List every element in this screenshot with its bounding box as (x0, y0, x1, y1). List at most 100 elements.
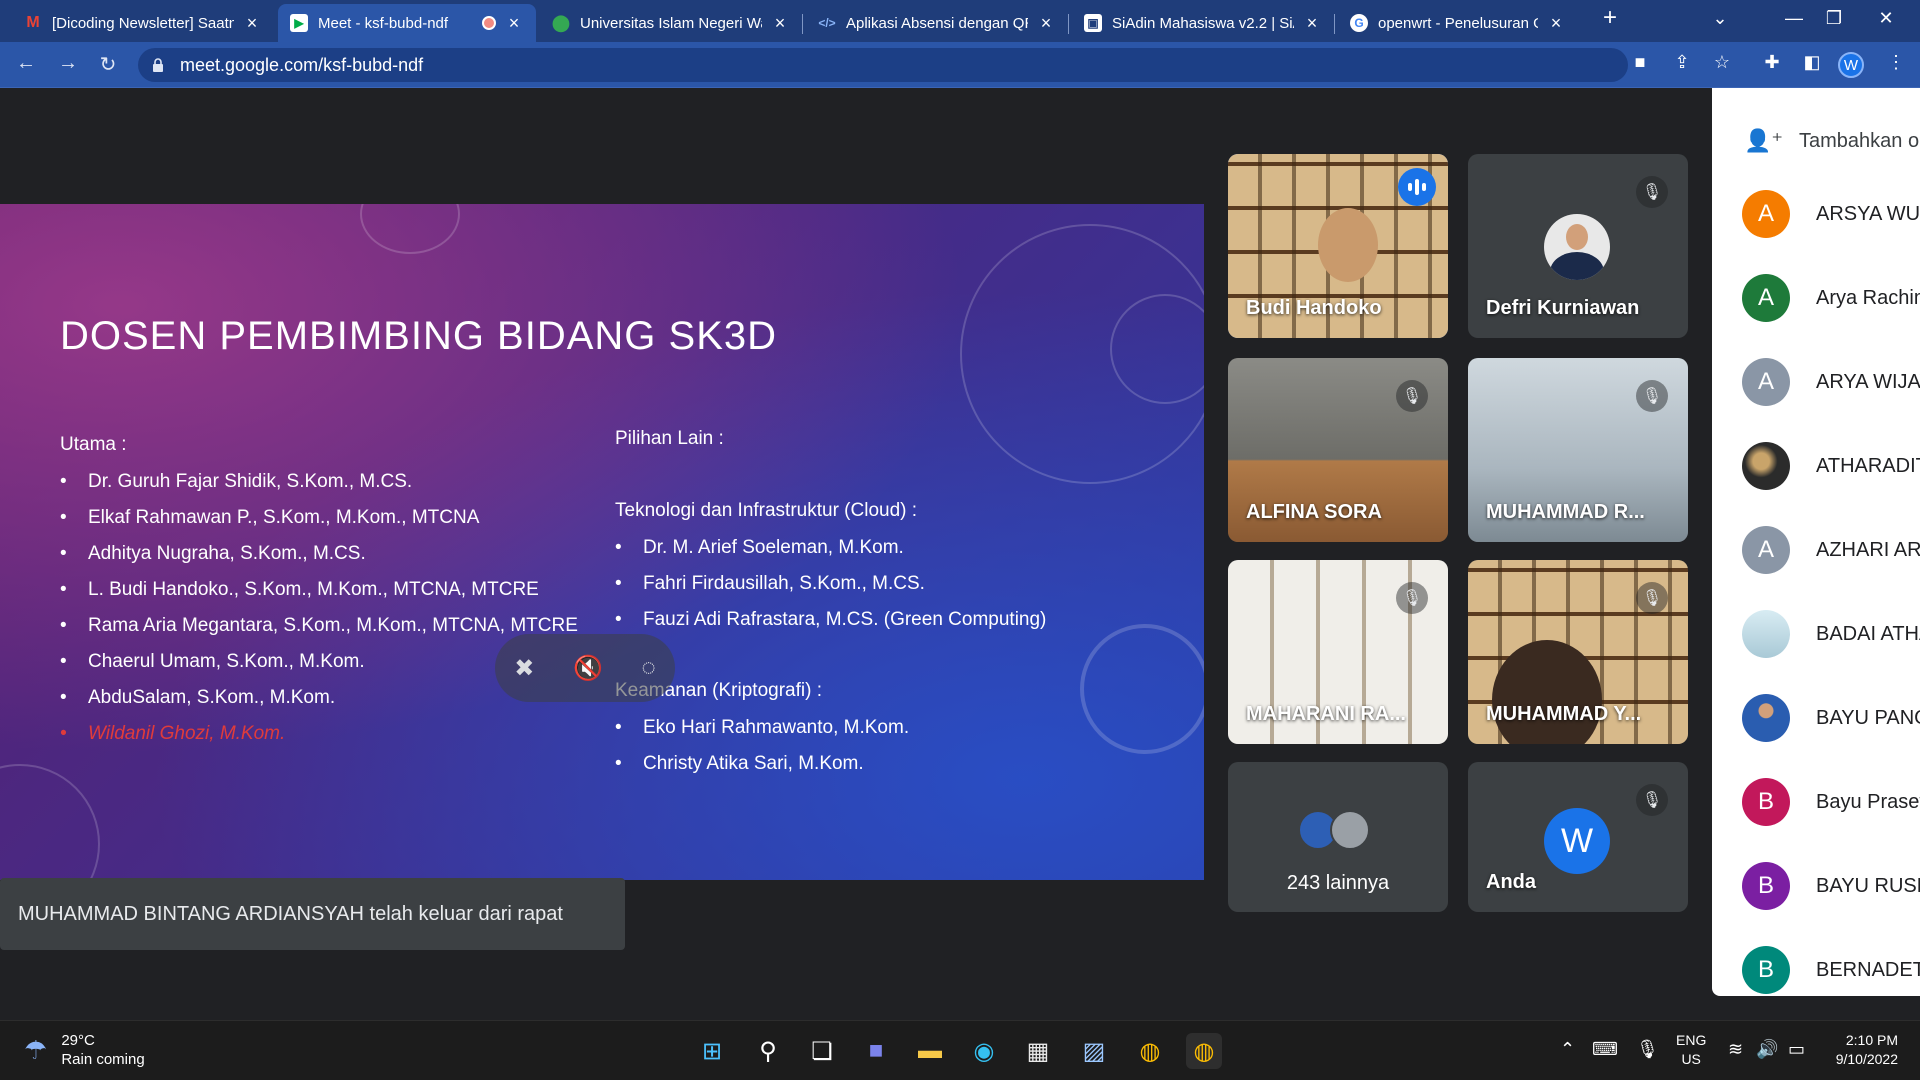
code-icon: </> (818, 16, 836, 30)
participant-name: MUHAMMAD R... (1486, 501, 1645, 523)
list-item: Rama Aria Megantara, S.Kom., M.Kom., MTC… (60, 614, 580, 638)
participant-list-item[interactable]: A ARYA WIJAYA (1742, 358, 1920, 406)
extensions-icon[interactable]: ✚ (1758, 52, 1786, 73)
url-input[interactable]: meet.google.com/ksf-bubd-ndf (138, 48, 1628, 82)
chrome-icon[interactable]: ◍ (1132, 1033, 1168, 1069)
participant-name: BADAI ATHALA (1816, 622, 1920, 645)
minimize-icon[interactable]: — (1780, 8, 1808, 29)
tab-google[interactable]: G openwrt - Penelusuran Goo × (1338, 4, 1578, 42)
tab-title: openwrt - Penelusuran Goo (1378, 14, 1538, 32)
menu-icon[interactable]: ⋮ (1882, 52, 1910, 73)
list-item: Eko Hari Rahmawanto, M.Kom. (615, 716, 1175, 740)
tab-maps[interactable]: ⬤ Universitas Islam Negeri Wali × (540, 4, 802, 42)
decor-circle (360, 204, 460, 254)
list-item: Elkaf Rahmawan P., S.Kom., M.Kom., MTCNA (60, 506, 580, 530)
close-icon[interactable]: × (1036, 13, 1056, 34)
microphone-icon[interactable]: 🎙 (1636, 1039, 1659, 1060)
utama-list: Dr. Guruh Fajar Shidik, S.Kom., M.CS. El… (60, 470, 580, 758)
cloud-list: Dr. M. Arief Soeleman, M.Kom. Fahri Fird… (615, 536, 1175, 644)
side-panel-icon[interactable]: ◧ (1798, 52, 1826, 73)
list-item: Fauzi Adi Rafrastara, M.CS. (Green Compu… (615, 608, 1175, 632)
more-participants-tile[interactable]: 243 lainnya (1228, 762, 1448, 912)
photos-icon[interactable]: ▨ (1076, 1033, 1112, 1069)
mic-off-icon: 🎙 (1636, 176, 1668, 208)
tab-strip: M [Dicoding Newsletter] Saatnya × ▶ Meet… (0, 0, 1920, 42)
participant-tile[interactable]: 🎙 ALFINA SORA (1228, 358, 1448, 542)
unpin-icon[interactable]: ✖ (514, 654, 534, 683)
weather-widget[interactable]: ☂ 29°C Rain coming (24, 1031, 145, 1069)
participant-list-item[interactable]: ATHARADITYA (1742, 442, 1920, 490)
camera-icon[interactable]: ■ (1626, 52, 1654, 73)
volume-icon[interactable]: 🔊 (1756, 1039, 1778, 1060)
close-icon[interactable]: × (1302, 13, 1322, 34)
list-item: Dr. Guruh Fajar Shidik, S.Kom., M.CS. (60, 470, 580, 494)
avatar (1742, 610, 1790, 658)
temperature: 29°C (61, 1032, 95, 1049)
tab-search-icon[interactable]: ⌄ (1706, 8, 1734, 29)
person-add-icon: 👤⁺ (1744, 128, 1784, 153)
participant-list-item[interactable]: A AZHARI ARIF (1742, 526, 1920, 574)
participant-tile[interactable]: Budi Handoko (1228, 154, 1448, 338)
chat-icon[interactable]: ■ (858, 1033, 894, 1069)
show-hidden-icons-icon[interactable]: ⌃ (1560, 1039, 1575, 1060)
participant-list-item[interactable]: A ARSYA WULAN (1742, 190, 1920, 238)
tab-gmail[interactable]: M [Dicoding Newsletter] Saatnya × (12, 4, 274, 42)
restore-icon[interactable]: ❐ (1820, 8, 1848, 29)
new-tab-button[interactable]: + (1596, 4, 1624, 32)
participant-tile[interactable]: 🎙 MUHAMMAD Y... (1468, 560, 1688, 744)
tab-aplikasi[interactable]: </> Aplikasi Absensi dengan QR × (806, 4, 1068, 42)
chrome-profile-icon[interactable]: ◍ (1186, 1033, 1222, 1069)
windows-taskbar: ☂ 29°C Rain coming ⊞ ⚲ ❏ ■ ▬ ◉ ▦ ▨ ◍ ◍ ⌃… (0, 1020, 1920, 1080)
avatar: B (1742, 946, 1790, 994)
participant-tile[interactable]: 🎙 Defri Kurniawan (1468, 154, 1688, 338)
edge-icon[interactable]: ◉ (966, 1033, 1002, 1069)
add-people-label: Tambahkan orang (1799, 129, 1920, 152)
battery-icon[interactable]: ▭ (1788, 1039, 1805, 1060)
participant-tile[interactable]: 🎙 MAHARANI RA... (1228, 560, 1448, 744)
participant-tile[interactable]: 🎙 MUHAMMAD R... (1468, 358, 1688, 542)
keyboard-icon[interactable]: ⌨ (1592, 1039, 1618, 1060)
forward-icon[interactable]: → (54, 52, 82, 75)
close-icon[interactable]: × (242, 13, 262, 34)
participant-list-item[interactable]: BADAI ATHALA (1742, 610, 1920, 658)
mute-audio-icon[interactable]: 🔇 (573, 654, 603, 683)
pilihan-label: Pilihan Lain : (615, 428, 724, 449)
tab-title: Meet - ksf-bubd-ndf (318, 14, 449, 32)
close-icon[interactable]: × (1546, 13, 1566, 34)
participant-name: BERNADETTA (1816, 958, 1920, 981)
clock[interactable]: 2:10 PM 9/10/2022 (1830, 1031, 1898, 1069)
tab-meet[interactable]: ▶ Meet - ksf-bubd-ndf × (278, 4, 536, 42)
reload-icon[interactable]: ↻ (94, 52, 122, 77)
participant-list-item[interactable]: BAYU PANGESTU (1742, 694, 1920, 742)
task-view-icon[interactable]: ❏ (804, 1033, 840, 1069)
participant-list-item[interactable]: A Arya Rachiman (1742, 274, 1920, 322)
tab-title: Universitas Islam Negeri Wali (580, 14, 762, 32)
add-people-button[interactable]: 👤⁺ Tambahkan orang (1744, 128, 1920, 154)
self-tile[interactable]: W 🎙 Anda (1468, 762, 1688, 912)
avatar: B (1742, 862, 1790, 910)
close-window-icon[interactable]: ✕ (1872, 8, 1900, 29)
tab-siadin[interactable]: ▣ SiAdin Mahasiswa v2.2 | SiA × (1072, 4, 1334, 42)
participant-name: AZHARI ARIF (1816, 538, 1920, 561)
share-icon[interactable]: ⇪ (1668, 52, 1696, 73)
wifi-icon[interactable]: ≋ (1728, 1039, 1743, 1060)
face (1318, 208, 1378, 282)
participant-list-item[interactable]: B Bayu Prasetyo (1742, 778, 1920, 826)
file-explorer-icon[interactable]: ▬ (912, 1033, 948, 1069)
more-options-icon[interactable]: ◌ (641, 654, 655, 682)
close-icon[interactable]: × (504, 13, 524, 34)
gmail-icon: M (26, 14, 40, 31)
back-icon[interactable]: ← (12, 52, 40, 75)
participant-list-item[interactable]: B BAYU RUSDIANTO (1742, 862, 1920, 910)
mic-off-icon: 🎙 (1396, 380, 1428, 412)
participant-list-item[interactable]: B BERNADETTA (1742, 946, 1920, 994)
search-icon[interactable]: ⚲ (750, 1033, 786, 1069)
language-indicator[interactable]: ENG US (1676, 1031, 1706, 1069)
participant-name: MUHAMMAD Y... (1486, 703, 1642, 725)
avatar (1742, 694, 1790, 742)
close-icon[interactable]: × (770, 13, 790, 34)
profile-avatar[interactable]: W (1838, 52, 1864, 78)
bookmark-star-icon[interactable]: ☆ (1708, 52, 1736, 73)
store-icon[interactable]: ▦ (1020, 1033, 1056, 1069)
start-icon[interactable]: ⊞ (694, 1033, 730, 1069)
